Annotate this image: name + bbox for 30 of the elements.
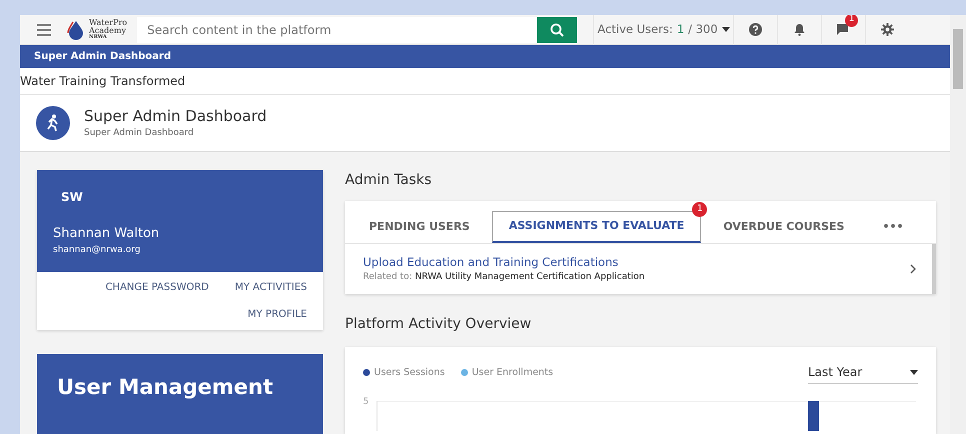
- tagline: Water Training Transformed: [20, 72, 186, 90]
- active-users-dropdown[interactable]: Active Users: 1 / 300: [598, 20, 730, 38]
- tab-badge: 1: [692, 202, 708, 217]
- profile-link[interactable]: MY ACTIVITIES: [234, 280, 307, 295]
- legend-label: Users Sessions: [374, 366, 445, 380]
- messages-badge: 1: [845, 15, 858, 26]
- user-email: shannan@nrwa.org: [53, 244, 142, 256]
- card-title: User Management: [57, 375, 274, 399]
- user-initials: SW: [61, 189, 83, 206]
- tab[interactable]: ASSIGNMENTS TO EVALUATE: [492, 211, 702, 242]
- tab[interactable]: •••: [866, 212, 920, 241]
- period-dropdown[interactable]: Last Year: [808, 361, 918, 384]
- user-name: Shannan Walton: [53, 225, 160, 243]
- logo-text: WaterPro Academy: [89, 19, 128, 35]
- search-field[interactable]: Search content in the platform: [137, 16, 538, 42]
- task-related: Related to: NRWA Utility Management Certification Application: [363, 270, 645, 284]
- task-row[interactable]: Upload Education and Training Certifications Related to: NRWA Utility Management Certification Application: [345, 244, 936, 294]
- section-title: Platform Activity Overview: [345, 315, 532, 334]
- profile-link[interactable]: MY PROFILE: [248, 307, 307, 322]
- breadcrumb-link[interactable]: Super Admin Dashboard: [34, 49, 172, 64]
- tab[interactable]: OVERDUE COURSES: [707, 212, 860, 241]
- user-management-card[interactable]: User Management: [37, 354, 323, 434]
- tab[interactable]: PENDING USERS: [353, 212, 486, 241]
- task-title: Upload Education and Training Certifications: [363, 254, 618, 270]
- section-title: Admin Tasks: [345, 171, 432, 190]
- page-title: Super Admin Dashboard: [84, 106, 267, 127]
- profile-link[interactable]: CHANGE PASSWORD: [105, 280, 209, 295]
- page-subtitle: Super Admin Dashboard: [84, 127, 195, 140]
- legend-label: User Enrollments: [472, 366, 554, 380]
- axis-tick-label: 5: [363, 396, 370, 410]
